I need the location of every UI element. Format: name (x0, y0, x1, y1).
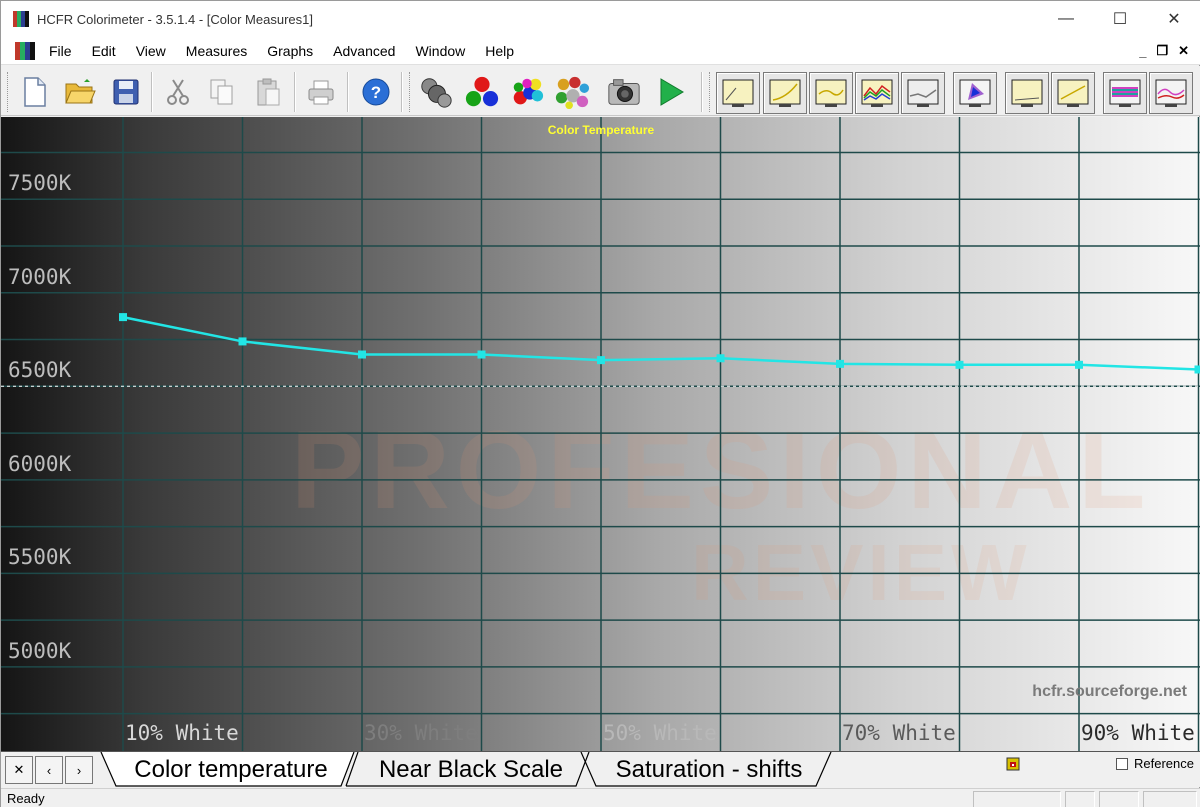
cut-icon[interactable] (160, 74, 196, 110)
sheet-tab-bar: ✕ ‹ › Color temperature Near Black Scale… (1, 751, 1200, 787)
close-tab-button[interactable]: ✕ (5, 756, 33, 784)
status-bar: Ready (1, 788, 1200, 807)
mdi-close-button[interactable]: ✕ (1178, 43, 1189, 59)
mdi-restore-button[interactable]: ❐ (1156, 43, 1168, 59)
menu-window[interactable]: Window (405, 43, 475, 59)
tab-saturation-shifts[interactable]: Saturation - shifts (597, 754, 821, 786)
app-logo-icon (13, 11, 29, 27)
help-icon[interactable]: ? (358, 74, 394, 110)
menu-help[interactable]: Help (475, 43, 524, 59)
toolbar-grip[interactable] (409, 72, 412, 112)
near-black-graph-icon[interactable] (1005, 72, 1049, 114)
app-window: HCFR Colorimeter - 3.5.1.4 - [Color Meas… (0, 0, 1200, 807)
y-tick-label: 6500K (8, 358, 72, 383)
sensor-icon[interactable] (418, 74, 454, 110)
series-line (122, 315, 1199, 371)
window-title: HCFR Colorimeter - 3.5.1.4 - [Color Meas… (37, 11, 313, 27)
y-tick-label: 5000K (8, 638, 72, 663)
toolbar-separator (151, 72, 153, 112)
rgb-levels-graph-icon[interactable] (855, 72, 899, 114)
data-point[interactable] (358, 350, 366, 359)
close-button[interactable]: ✕ (1147, 1, 1200, 37)
saturation-luminance-graph-icon[interactable] (1149, 72, 1193, 114)
color-temperature-chart: PROFESIONAL REVIEW Color Temperature 750… (1, 117, 1200, 751)
toolbar-separator (347, 72, 349, 112)
data-point[interactable] (716, 354, 725, 363)
shield-lock-icon (1006, 757, 1020, 771)
y-tick-label: 6000K (8, 451, 72, 476)
new-document-icon[interactable] (17, 74, 53, 110)
luminance-graph-icon[interactable] (716, 72, 760, 114)
x-tick-label: 50% White (603, 721, 717, 745)
status-pane (973, 791, 1061, 807)
scroll-tabs-left-button[interactable]: ‹ (35, 756, 63, 784)
data-point[interactable] (1194, 365, 1200, 374)
menu-graphs[interactable]: Graphs (257, 43, 323, 59)
print-icon[interactable] (303, 74, 339, 110)
x-tick-label: 10% White (125, 721, 239, 745)
camera-icon[interactable] (606, 74, 642, 110)
scroll-tabs-right-button[interactable]: › (65, 756, 93, 784)
toolbar-separator (401, 72, 403, 112)
status-text: Ready (7, 791, 45, 806)
title-bar: HCFR Colorimeter - 3.5.1.4 - [Color Meas… (1, 1, 1200, 37)
copy-icon[interactable] (204, 74, 240, 110)
x-tick-label: 30% White (364, 721, 478, 745)
play-measure-icon[interactable] (653, 74, 689, 110)
saturation-shift-graph-icon[interactable] (1103, 72, 1147, 114)
data-point[interactable] (836, 359, 844, 368)
status-pane (1099, 791, 1139, 807)
chart-credit: hcfr.sourceforge.net (1032, 683, 1187, 700)
menu-file[interactable]: File (39, 43, 82, 59)
toolbar-grip[interactable] (709, 72, 712, 112)
rgb-primaries-icon[interactable] (464, 74, 500, 110)
color-checker-icon[interactable] (554, 74, 590, 110)
data-point[interactable] (597, 356, 605, 365)
minimize-button[interactable]: — (1039, 1, 1093, 37)
data-point[interactable] (955, 360, 964, 369)
data-point[interactable] (1075, 360, 1083, 369)
menu-edit[interactable]: Edit (82, 43, 126, 59)
x-tick-label: 70% White (842, 721, 956, 745)
paste-icon[interactable] (250, 74, 286, 110)
status-pane (1065, 791, 1095, 807)
toolbar-separator (294, 72, 296, 112)
menu-measures[interactable]: Measures (176, 43, 257, 59)
save-disk-icon[interactable] (108, 74, 144, 110)
tab-near-black-scale[interactable]: Near Black Scale (357, 754, 585, 786)
reference-toggle[interactable]: Reference (1116, 756, 1194, 771)
menu-view[interactable]: View (126, 43, 176, 59)
cie-diagram-icon[interactable] (953, 72, 997, 114)
data-point[interactable] (119, 313, 127, 322)
mdi-minimize-button[interactable]: _ (1139, 44, 1146, 59)
near-white-graph-icon[interactable] (1051, 72, 1095, 114)
gamma-graph-icon[interactable] (763, 72, 807, 114)
toolbar-separator (701, 72, 703, 112)
menu-advanced[interactable]: Advanced (323, 43, 405, 59)
document-menu-icon[interactable] (15, 41, 35, 60)
toolbar-grip[interactable] (7, 72, 10, 112)
toolbar: ? (1, 66, 1200, 116)
chart-plot (1, 117, 1200, 751)
svg-text:?: ? (371, 83, 381, 102)
y-tick-label: 7500K (8, 171, 72, 196)
y-tick-label: 5500K (8, 545, 72, 570)
data-point[interactable] (477, 350, 486, 359)
secondaries-icon[interactable] (509, 74, 545, 110)
maximize-button[interactable]: ☐ (1093, 1, 1147, 37)
data-point[interactable] (238, 337, 247, 346)
menu-bar: File Edit View Measures Graphs Advanced … (1, 37, 1200, 65)
reference-label: Reference (1134, 756, 1194, 771)
tab-color-temperature[interactable]: Color temperature (119, 754, 343, 786)
color-temp-graph-icon[interactable] (809, 72, 853, 114)
chart-title: Color Temperature (547, 123, 655, 137)
reference-checkbox[interactable] (1116, 757, 1128, 770)
open-folder-icon[interactable] (62, 74, 98, 110)
y-tick-label: 7000K (8, 264, 72, 289)
x-tick-label: 90% White (1081, 721, 1195, 745)
delta-e-graph-icon[interactable] (901, 72, 945, 114)
status-pane (1143, 791, 1197, 807)
